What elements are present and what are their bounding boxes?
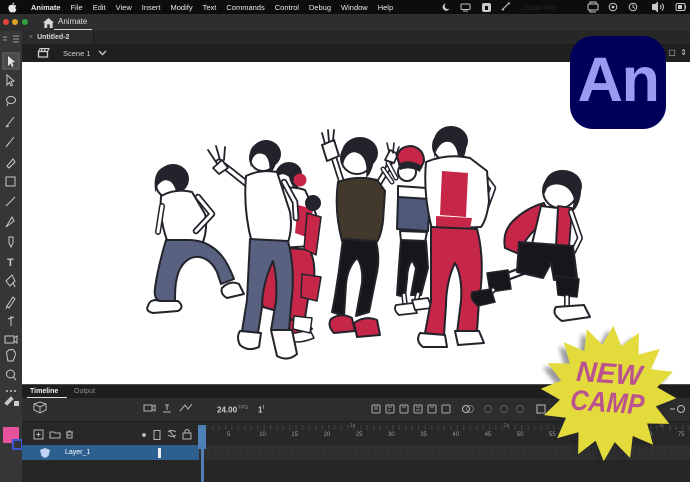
svg-text:CAMP: CAMP [569,384,646,421]
svg-text:T: T [7,257,14,269]
svg-text:ZOOM VPN: ZOOM VPN [522,5,557,12]
